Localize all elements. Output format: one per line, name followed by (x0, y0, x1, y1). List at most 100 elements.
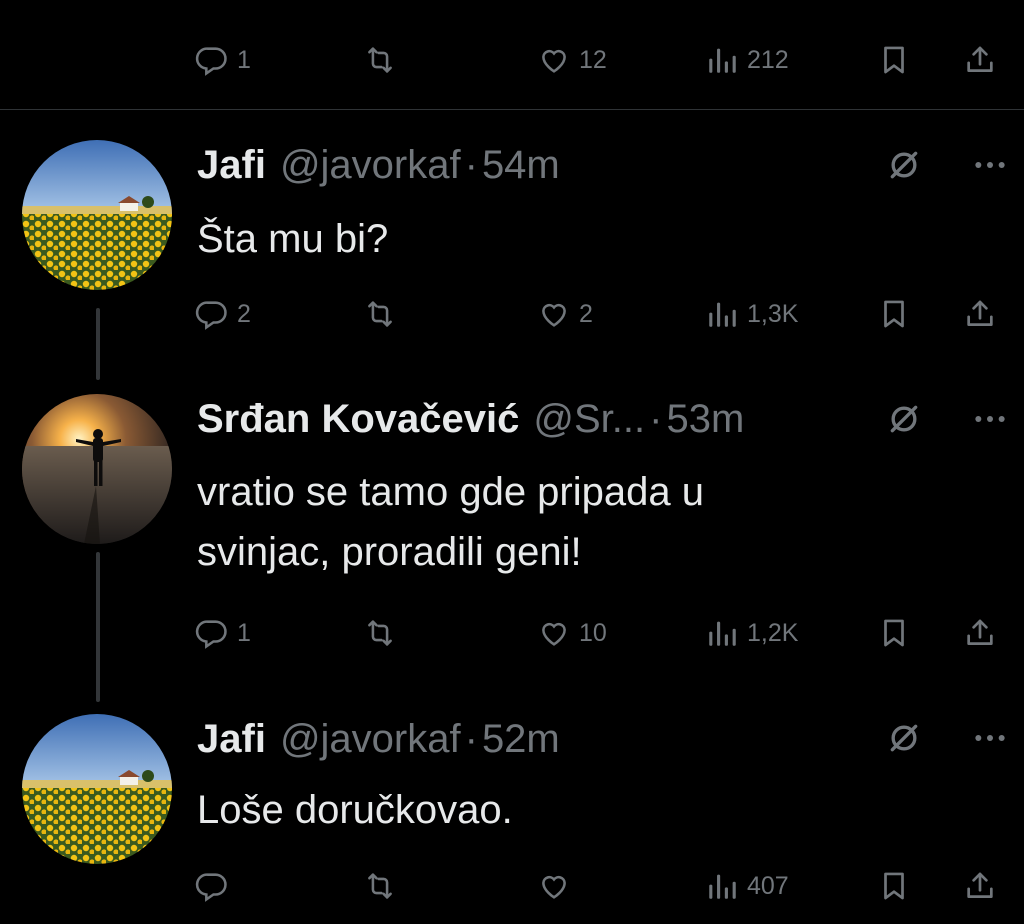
views-count: 1,2K (747, 618, 799, 647)
views-count: 407 (747, 871, 789, 900)
timestamp[interactable]: 52m (482, 714, 560, 764)
grok-icon[interactable] (884, 145, 924, 185)
like-count: 12 (579, 45, 607, 74)
tweet-top-icons (884, 399, 1024, 439)
bookmark-button[interactable] (877, 294, 911, 334)
thread-line (96, 552, 100, 702)
views-button[interactable]: 1,3K (705, 294, 798, 334)
tweet-header: Srđan Kovačević @Sr... · 53m (197, 394, 744, 444)
sunflower-field-avatar-image (22, 714, 172, 864)
reply-count: 1 (237, 618, 251, 647)
tweet-divider (0, 109, 1024, 110)
display-name[interactable]: Srđan Kovačević (197, 394, 519, 444)
retweet-icon (363, 616, 397, 650)
retweet-icon (363, 869, 397, 903)
like-button[interactable]: 10 (537, 613, 607, 653)
views-count: 1,3K (747, 299, 799, 328)
tweet-header: Jafi @javorkaf · 54m (197, 140, 560, 190)
thread-line (96, 308, 100, 380)
share-button[interactable] (963, 613, 997, 653)
views-icon (705, 616, 739, 650)
bookmark-button[interactable] (877, 613, 911, 653)
reply-count: 2 (237, 299, 251, 328)
reply-count: 1 (237, 45, 251, 74)
separator-dot: · (649, 397, 663, 441)
tweet-text-line: Loše doručkovao. (197, 788, 513, 832)
separator-dot: · (464, 143, 478, 187)
retweet-button[interactable] (363, 40, 397, 80)
reply-button[interactable]: 2 (195, 294, 251, 334)
retweet-button[interactable] (363, 866, 397, 906)
tweet-text: vratio se tamo gde pripada u svinjac, pr… (197, 462, 704, 582)
like-button[interactable]: 12 (537, 40, 607, 80)
avatar[interactable] (22, 714, 172, 864)
bookmark-icon (877, 297, 911, 331)
bookmark-icon (877, 616, 911, 650)
user-handle[interactable]: @javorkaf (280, 140, 461, 190)
tweet-text-line: Šta mu bi? (197, 217, 389, 261)
previous-tweet-actions: 1 12 212 (195, 40, 1015, 80)
share-icon (963, 616, 997, 650)
tweet-top-icons (884, 718, 1024, 758)
retweet-button[interactable] (363, 294, 397, 334)
reply-icon (195, 43, 229, 77)
like-count: 2 (579, 299, 593, 328)
tweet-header: Jafi @javorkaf · 52m (197, 714, 560, 764)
tweet-actions: 2 2 1,3K (195, 294, 1015, 334)
share-icon (963, 869, 997, 903)
timestamp[interactable]: 54m (482, 140, 560, 190)
bookmark-button[interactable] (877, 40, 911, 80)
share-icon (963, 297, 997, 331)
tweet-actions: 407 (195, 866, 1015, 906)
timestamp[interactable]: 53m (666, 394, 744, 444)
sunset-silhouette-avatar-image (22, 394, 172, 544)
user-handle[interactable]: @Sr... (533, 394, 645, 444)
tweet-text-line: vratio se tamo gde pripada u (197, 470, 704, 514)
reply-icon (195, 297, 229, 331)
views-button[interactable]: 407 (705, 866, 789, 906)
more-icon[interactable] (970, 718, 1010, 758)
bookmark-icon (877, 869, 911, 903)
more-icon[interactable] (970, 399, 1010, 439)
views-icon (705, 43, 739, 77)
tweet-text: Šta mu bi? (197, 209, 388, 269)
views-button[interactable]: 212 (705, 40, 789, 80)
share-icon (963, 43, 997, 77)
tweet-text-line: svinjac, proradili geni! (197, 530, 582, 574)
reply-button[interactable]: 1 (195, 613, 251, 653)
reply-button[interactable] (195, 866, 237, 906)
views-count: 212 (747, 45, 789, 74)
heart-icon (537, 43, 571, 77)
retweet-button[interactable] (363, 613, 397, 653)
heart-icon (537, 297, 571, 331)
tweet-text: Loše doručkovao. (197, 780, 513, 840)
grok-icon[interactable] (884, 718, 924, 758)
heart-icon (537, 616, 571, 650)
separator-dot: · (464, 717, 478, 761)
like-button[interactable] (537, 866, 579, 906)
tweet-top-icons (884, 145, 1024, 185)
sunflower-field-avatar-image (22, 140, 172, 290)
share-button[interactable] (963, 40, 997, 80)
heart-icon (537, 869, 571, 903)
user-handle[interactable]: @javorkaf (280, 714, 461, 764)
grok-icon[interactable] (884, 399, 924, 439)
views-icon (705, 297, 739, 331)
reply-icon (195, 869, 229, 903)
more-icon[interactable] (970, 145, 1010, 185)
avatar[interactable] (22, 140, 172, 290)
reply-button[interactable]: 1 (195, 40, 251, 80)
share-button[interactable] (963, 866, 997, 906)
retweet-icon (363, 43, 397, 77)
avatar[interactable] (22, 394, 172, 544)
display-name[interactable]: Jafi (197, 714, 266, 764)
bookmark-button[interactable] (877, 866, 911, 906)
reply-icon (195, 616, 229, 650)
like-button[interactable]: 2 (537, 294, 593, 334)
views-button[interactable]: 1,2K (705, 613, 798, 653)
tweet-actions: 1 10 1,2K (195, 613, 1015, 653)
share-button[interactable] (963, 294, 997, 334)
views-icon (705, 869, 739, 903)
bookmark-icon (877, 43, 911, 77)
display-name[interactable]: Jafi (197, 140, 266, 190)
